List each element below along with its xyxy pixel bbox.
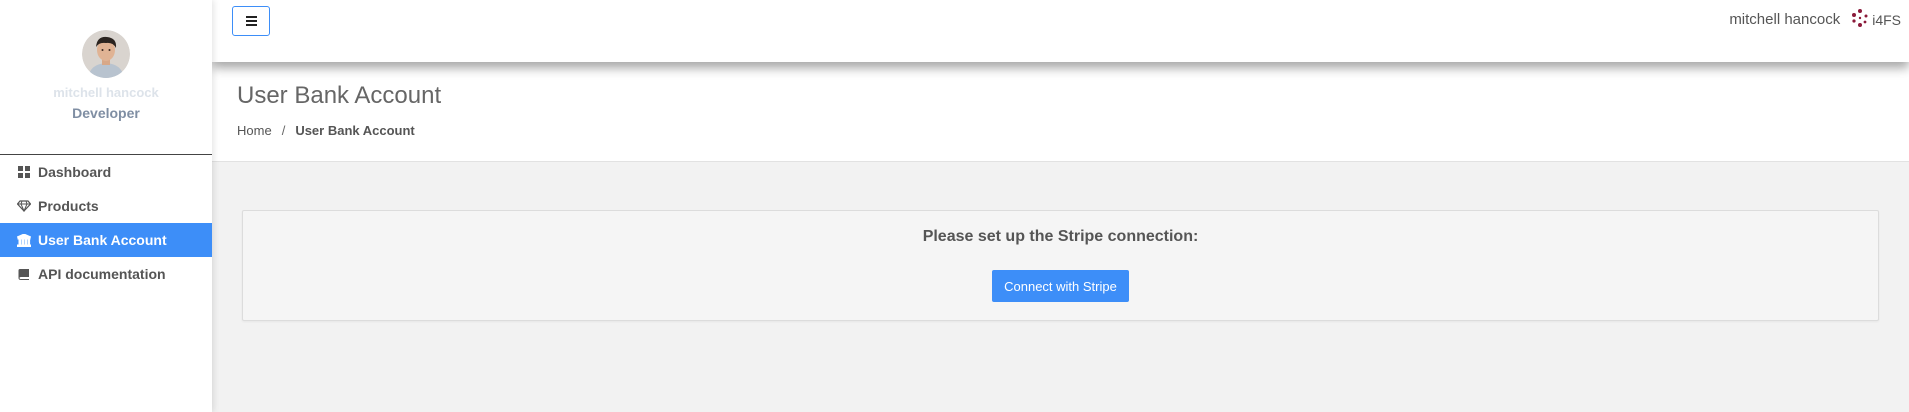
bank-icon: [16, 232, 32, 248]
profile-role: Developer: [72, 105, 140, 121]
sidebar-item-user-bank-account[interactable]: User Bank Account: [0, 223, 212, 257]
username-link[interactable]: mitchell hancock: [1729, 11, 1840, 28]
stripe-connection-card: Please set up the Stripe connection: Con…: [242, 210, 1879, 321]
brand-logo[interactable]: i4FS: [1850, 8, 1901, 31]
page-header: User Bank Account Home / User Bank Accou…: [212, 62, 1909, 162]
breadcrumb-home[interactable]: Home: [237, 123, 272, 138]
sidebar-item-dashboard[interactable]: Dashboard: [0, 155, 212, 189]
profile-name: mitchell hancock: [53, 85, 159, 100]
page-title: User Bank Account: [237, 82, 442, 109]
sidebar-item-products[interactable]: Products: [0, 189, 212, 223]
sidebar-item-label: Dashboard: [38, 164, 112, 180]
book-icon: [16, 266, 32, 282]
brand-text: i4FS: [1872, 11, 1901, 28]
breadcrumb: Home / User Bank Account: [237, 123, 415, 138]
avatar[interactable]: [82, 30, 130, 78]
sidebar-item-label: Products: [38, 198, 99, 214]
sidebar-nav: Dashboard Products User Bank Account API…: [0, 155, 212, 291]
sidebar-item-api-documentation[interactable]: API documentation: [0, 257, 212, 291]
top-navbar: mitchell hancock i4FS: [212, 0, 1909, 62]
hamburger-menu-icon: [245, 14, 257, 29]
breadcrumb-current: User Bank Account: [295, 123, 415, 138]
stripe-setup-message: Please set up the Stripe connection:: [922, 228, 1199, 245]
hamburger-menu-button[interactable]: [232, 6, 270, 36]
sidebar: mitchell hancock Developer Dashboard Pro…: [0, 0, 212, 412]
connect-with-stripe-button[interactable]: Connect with Stripe: [992, 270, 1129, 302]
user-area: mitchell hancock i4FS: [1729, 8, 1901, 31]
user-profile: mitchell hancock Developer: [0, 0, 212, 155]
diamond-icon: [16, 198, 32, 214]
dots-logo-icon: [1850, 8, 1870, 31]
breadcrumb-separator: /: [281, 123, 286, 138]
dashboard-grid-icon: [16, 164, 32, 180]
sidebar-item-label: User Bank Account: [38, 232, 167, 248]
sidebar-item-label: API documentation: [38, 266, 166, 282]
